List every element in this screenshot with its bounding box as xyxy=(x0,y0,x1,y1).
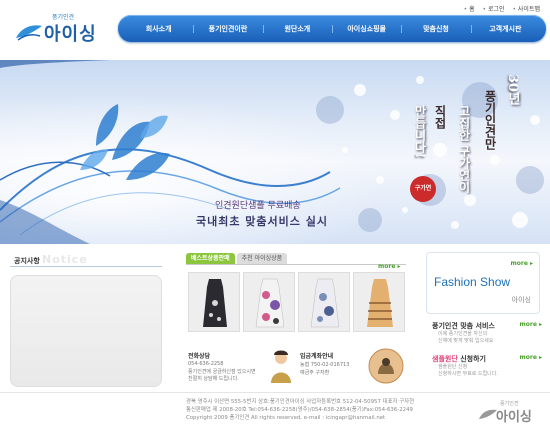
main-navigation: 회사소개 풍기인견이란 원단소개 아이싱쇼핑몰 맞춤신청 고객게시판 xyxy=(118,15,546,42)
custom-service-more-link[interactable]: more xyxy=(519,321,542,328)
site-logo[interactable]: 풍기인견 아이싱 xyxy=(14,12,104,45)
product-list xyxy=(188,272,405,332)
footer-logo-title: 아이싱 xyxy=(496,410,532,425)
footer-contact: 통신판매업 제 2008-20호 Tel:054-636-2258(영주)/05… xyxy=(186,407,413,413)
logo-title: 아이싱 xyxy=(44,24,97,45)
hero-badge: 구가연 xyxy=(410,176,436,202)
sample-request-desc: 신청하시면 무료로 드립니다. xyxy=(438,371,498,377)
phone-title: 전화상담 xyxy=(188,353,211,360)
hero-vertical-text: 직접 xyxy=(433,105,447,129)
notice-watermark: Notice xyxy=(42,253,88,266)
footer-address: 경북 영주시 이산면 555-5번지 상호:풍기인견아이싱 사업자등록번호 51… xyxy=(186,399,415,405)
leaf-logo-icon xyxy=(16,25,42,41)
hero-promo-headline: 국내최초 맞춤서비스 실시 xyxy=(196,215,328,228)
footer-info: 경북 영주시 이산면 555-5번지 상호:풍기인견아이싱 사업자등록번호 51… xyxy=(186,398,414,422)
sample-request-block[interactable]: 샘플원단 신청하기 more 샘플원단 신청 신청하시면 무료로 드립니다. xyxy=(430,354,542,384)
hero-vertical-text: 30년 xyxy=(505,74,520,106)
product-item[interactable] xyxy=(188,272,240,332)
footer-logo: 풍기인견 아이싱 xyxy=(478,400,544,425)
sample-request-desc: 샘플원단 신청 xyxy=(438,364,468,370)
dress-image xyxy=(244,273,294,331)
bank-account-box: 입금계좌안내 농협 750-02-016713 예금주 구자환 xyxy=(298,347,406,385)
nav-about-fabric[interactable]: 풍기인견이란 xyxy=(193,24,262,34)
leaf-logo-icon xyxy=(479,409,497,419)
nav-custom-order[interactable]: 맞춤신청 xyxy=(401,24,470,34)
account-holder: 예금주 구자환 xyxy=(300,370,330,376)
hero-vertical-text: 만듭니다! xyxy=(413,105,427,159)
phone-desc: 친절히 상담해 드립니다. xyxy=(188,376,239,382)
sample-request-label: 신청하기 xyxy=(457,355,486,363)
phone-desc: 풍기인견에 궁금하신점 있으시면 xyxy=(188,369,256,375)
dress-image xyxy=(189,273,239,331)
nav-shop[interactable]: 아이싱쇼핑몰 xyxy=(331,24,401,34)
hero-promo-line: 인견원단샘플 무료배송 xyxy=(215,201,301,211)
tab-best-products[interactable]: 베스트상품판매 xyxy=(186,253,235,264)
sample-request-highlight: 샘플원단 xyxy=(432,355,458,363)
custom-service-desc: 이제 풍기인견을 자신의 xyxy=(438,331,488,337)
phone-consult-box: 전화상담 054-636-2258 풍기인견에 궁금하신점 있으시면 친절히 상… xyxy=(186,347,294,385)
operator-icon xyxy=(271,350,291,383)
hero-banner: 30년 풍기인견만 고집한 구가연이 직접 만듭니다! 구가연 인견원단샘플 무… xyxy=(0,60,550,244)
products-more-link[interactable]: more xyxy=(378,263,401,270)
custom-service-block[interactable]: 풍기인견 맞춤 서비스 more 이제 풍기인견을 자신의 신체에 맞게 맞춰 … xyxy=(430,321,542,351)
notice-title[interactable]: 공지사항 xyxy=(14,256,40,266)
sitemap-link[interactable]: 사이트맵 xyxy=(512,6,540,13)
product-item[interactable] xyxy=(353,272,405,332)
nav-customer-board[interactable]: 고객게시판 xyxy=(470,24,540,34)
hero-vertical-text: 고집한 구가연이 xyxy=(457,105,471,194)
home-link[interactable]: 홈 xyxy=(464,6,475,13)
login-link[interactable]: 로그인 xyxy=(483,6,505,13)
fashion-show-banner[interactable]: more Fashion Show 아이싱 xyxy=(426,252,540,314)
utility-links: 홈 로그인 사이트맵 xyxy=(458,4,540,13)
account-title: 입금계좌안내 xyxy=(300,353,334,360)
fashion-logo: 아이싱 xyxy=(511,296,531,304)
product-tabs: 베스트상품판매 추천 아이싱상품 xyxy=(186,253,288,264)
tab-recommended-products[interactable]: 추천 아이싱상품 xyxy=(236,253,288,264)
pottery-icon xyxy=(368,348,404,384)
fashion-more-link[interactable]: more xyxy=(510,260,533,267)
custom-service-label: 풍기인견 맞춤 서비스 xyxy=(432,322,495,330)
fashion-show-title: Fashion Show xyxy=(434,275,511,289)
nav-fabric-intro[interactable]: 원단소개 xyxy=(262,24,332,34)
phone-number: 054-636-2258 xyxy=(188,361,224,367)
hero-vertical-text: 풍기인견만 xyxy=(483,90,497,150)
product-item[interactable] xyxy=(298,272,350,332)
divider xyxy=(10,266,162,267)
footer-divider xyxy=(0,392,550,393)
nav-company[interactable]: 회사소개 xyxy=(124,24,193,34)
account-number: 농협 750-02-016713 xyxy=(300,362,350,368)
footer-copyright: Copyright 2009 풍기인견 All rights reserved,… xyxy=(186,415,386,421)
custom-service-title: 풍기인견 맞춤 서비스 xyxy=(432,321,495,331)
custom-service-desc: 신체에 맞게 맞춰 입으세요 xyxy=(438,338,494,344)
sample-request-more-link[interactable]: more xyxy=(519,354,542,361)
divider xyxy=(186,264,406,265)
dress-image xyxy=(354,273,404,331)
sample-request-title: 샘플원단 신청하기 xyxy=(432,354,486,364)
notice-list xyxy=(10,275,162,387)
product-item[interactable] xyxy=(243,272,295,332)
dress-image xyxy=(299,273,349,331)
